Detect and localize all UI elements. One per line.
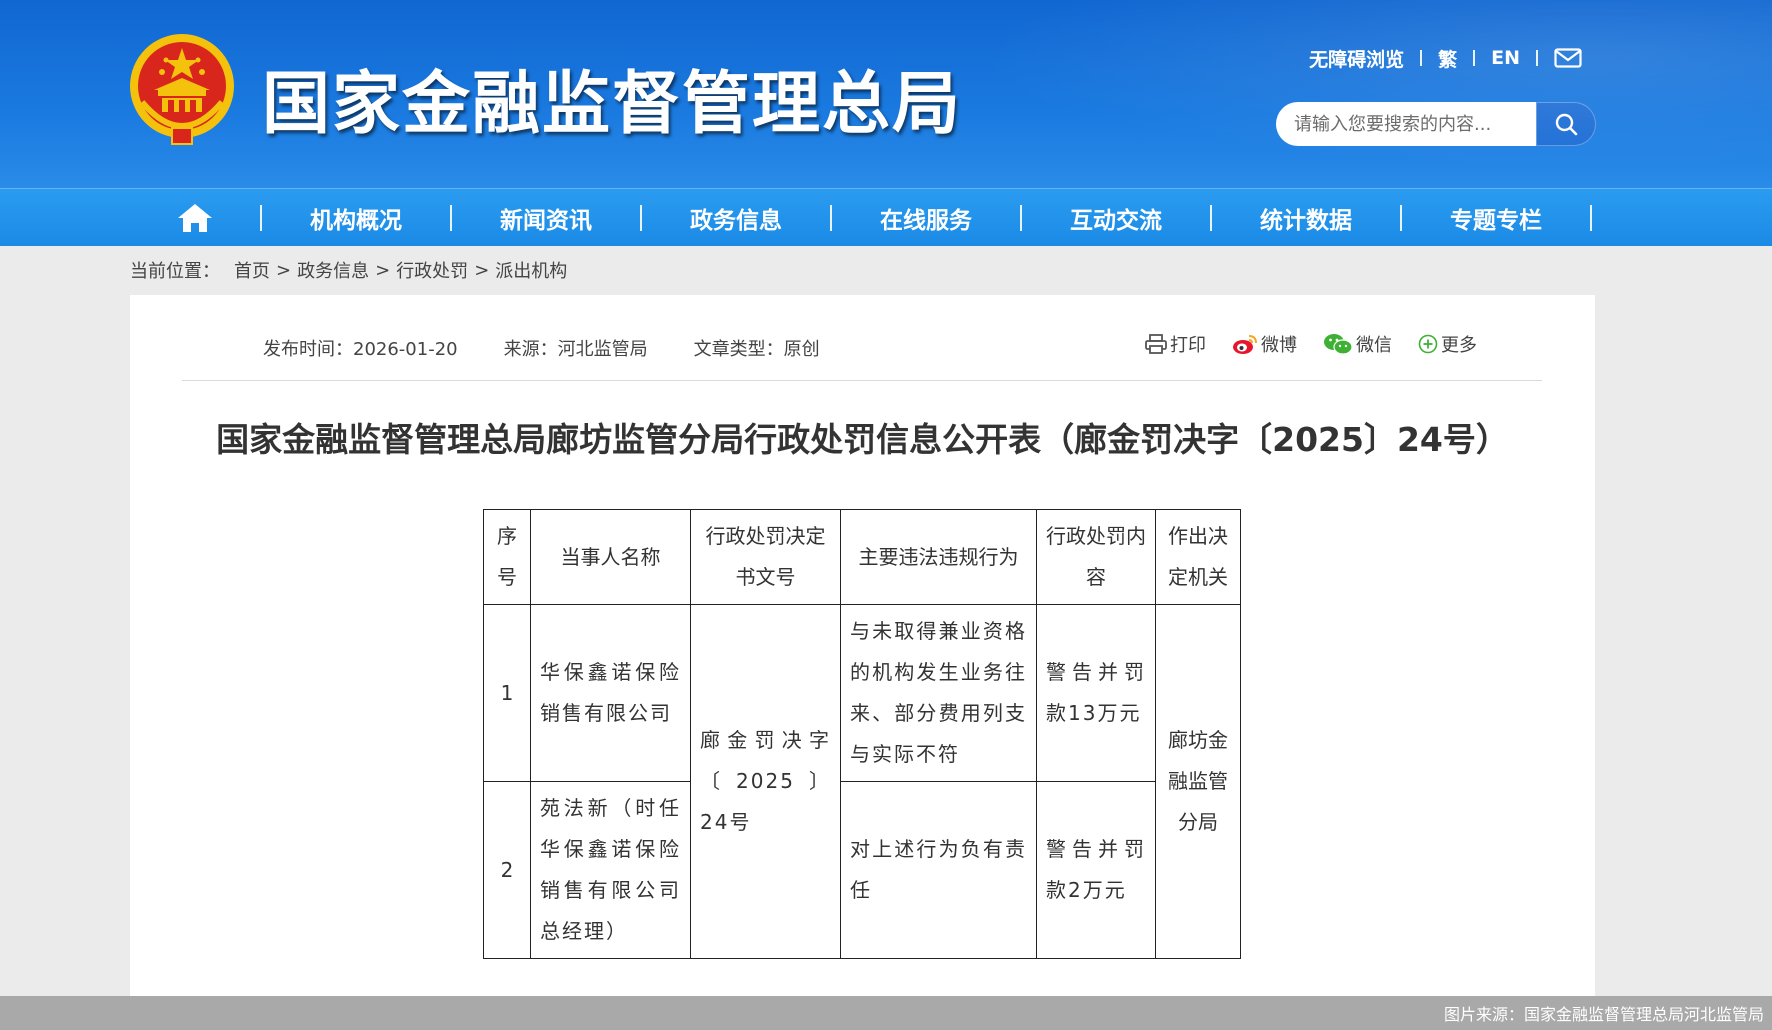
traditional-chinese-link[interactable]: 繁: [1422, 45, 1473, 72]
article-title: 国家金融监督管理总局廊坊监管分局行政处罚信息公开表（廊金罚决字〔2025〕24号…: [216, 420, 1509, 459]
breadcrumb-separator: >: [474, 259, 490, 281]
weibo-share-button[interactable]: 微博: [1232, 331, 1297, 357]
penalty-table: 序号 当事人名称 行政处罚决定书文号 主要违法违规行为 行政处罚内容 作出决定机…: [483, 509, 1241, 959]
print-label: 打印: [1170, 335, 1206, 356]
breadcrumb-separator: >: [276, 259, 292, 281]
breadcrumb-administrative-penalty[interactable]: 行政处罚: [396, 257, 468, 283]
search-button[interactable]: [1536, 102, 1596, 146]
table-header-cell: 当事人名称: [530, 509, 691, 605]
search-box: [1276, 102, 1596, 146]
nav-item-special-topics[interactable]: 专题专栏: [1402, 201, 1590, 235]
nav-item-about[interactable]: 机构概况: [262, 201, 450, 235]
nav-divider: [1210, 205, 1212, 231]
divider: [1536, 50, 1538, 66]
meta-divider: [182, 380, 1542, 381]
table-cell-decision-number: 廊金罚决字〔2025〕24号: [690, 604, 841, 959]
nav-divider: [1590, 205, 1592, 231]
breadcrumb-branch-offices[interactable]: 派出机构: [495, 257, 567, 283]
table-cell-violation: 与未取得兼业资格的机构发生业务往来、部分费用列支与实际不符: [840, 604, 1037, 782]
national-emblem-logo[interactable]: [128, 32, 236, 146]
breadcrumb-label: 当前位置：: [130, 261, 220, 282]
wechat-share-button[interactable]: 微信: [1323, 331, 1392, 357]
article-panel: 发布时间：2026-01-20 来源：河北监管局 文章类型：原创 打印 微博 微…: [130, 295, 1595, 1030]
breadcrumb-government-info[interactable]: 政务信息: [297, 257, 369, 283]
table-cell-no: 2: [483, 781, 531, 959]
nav-divider: [260, 205, 262, 231]
more-share-button[interactable]: 更多: [1418, 331, 1477, 357]
home-icon: [178, 204, 212, 232]
more-label: 更多: [1441, 335, 1477, 356]
breadcrumb: 当前位置： 首页 > 政务信息 > 行政处罚 > 派出机构: [130, 257, 567, 283]
nav-divider: [450, 205, 452, 231]
table-cell-no: 1: [483, 604, 531, 782]
table-row: 1 华保鑫诺保险销售有限公司 廊金罚决字〔2025〕24号 与未取得兼业资格的机…: [483, 604, 1241, 959]
weibo-label: 微博: [1261, 335, 1297, 356]
table-header-cell: 序号: [483, 509, 531, 605]
main-nav: 机构概况 新闻资讯 政务信息 在线服务 互动交流 统计数据 专题专栏: [0, 188, 1772, 246]
nav-divider: [1020, 205, 1022, 231]
article-type: 文章类型：原创: [693, 339, 820, 360]
site-header: 国家金融监督管理总局 无障碍浏览 繁 EN: [0, 0, 1772, 188]
plus-circle-icon: [1418, 334, 1438, 354]
table-header-cell: 行政处罚决定书文号: [690, 509, 841, 605]
table-cell-penalty: 警告并罚款2万元: [1036, 781, 1156, 959]
share-bar: 打印 微博 微信 更多: [1119, 331, 1477, 357]
nav-item-online-services[interactable]: 在线服务: [832, 201, 1020, 235]
print-button[interactable]: 打印: [1145, 331, 1206, 357]
wechat-label: 微信: [1356, 335, 1392, 356]
table-header-cell: 行政处罚内容: [1036, 509, 1156, 605]
image-source-caption: 图片来源：国家金融监督管理总局河北监管局: [0, 996, 1772, 1030]
table-row: 2 苑法新（时任华保鑫诺保险销售有限公司总经理） 对上述行为负有责任 警告并罚款…: [483, 781, 1241, 959]
table-header-row: 序号 当事人名称 行政处罚决定书文号 主要违法违规行为 行政处罚内容 作出决定机…: [483, 509, 1241, 605]
table-cell-penalty: 警告并罚款13万元: [1036, 604, 1156, 782]
nav-divider: [1400, 205, 1402, 231]
table-cell-violation: 对上述行为负有责任: [840, 781, 1037, 959]
site-title[interactable]: 国家金融监督管理总局: [262, 48, 962, 147]
wechat-icon: [1324, 334, 1353, 355]
top-links: 无障碍浏览 繁 EN: [1293, 44, 1582, 72]
nav-item-government-info[interactable]: 政务信息: [642, 201, 830, 235]
divider: [1473, 50, 1476, 66]
mail-icon[interactable]: [1538, 48, 1582, 68]
nav-item-interaction[interactable]: 互动交流: [1022, 201, 1210, 235]
publish-time: 发布时间：2026-01-20: [263, 339, 458, 360]
image-source-text: 图片来源：国家金融监督管理总局河北监管局: [1443, 1005, 1764, 1024]
nav-divider: [830, 205, 832, 231]
nav-item-statistics[interactable]: 统计数据: [1212, 201, 1400, 235]
article-source: 来源：河北监管局: [503, 339, 648, 360]
weibo-icon: [1233, 335, 1257, 354]
article-meta: 发布时间：2026-01-20 来源：河北监管局 文章类型：原创: [263, 335, 866, 361]
search-input[interactable]: [1276, 102, 1536, 146]
table-header-cell: 作出决定机关: [1155, 509, 1241, 605]
table-cell-party-name: 华保鑫诺保险销售有限公司: [530, 604, 691, 782]
table-cell-decision-authority: 廊坊金融监管分局: [1155, 604, 1241, 959]
nav-home[interactable]: [130, 189, 260, 247]
table-header-cell: 主要违法违规行为: [840, 509, 1037, 605]
divider: [1420, 50, 1423, 66]
english-link[interactable]: EN: [1475, 47, 1536, 69]
table-cell-party-name: 苑法新（时任华保鑫诺保险销售有限公司总经理）: [530, 781, 691, 959]
nav-divider: [640, 205, 642, 231]
accessibility-link[interactable]: 无障碍浏览: [1293, 45, 1420, 72]
search-icon: [1555, 113, 1578, 136]
breadcrumb-separator: >: [375, 259, 391, 281]
breadcrumb-home[interactable]: 首页: [234, 257, 270, 283]
nav-item-news[interactable]: 新闻资讯: [452, 201, 640, 235]
printer-icon: [1145, 334, 1167, 354]
